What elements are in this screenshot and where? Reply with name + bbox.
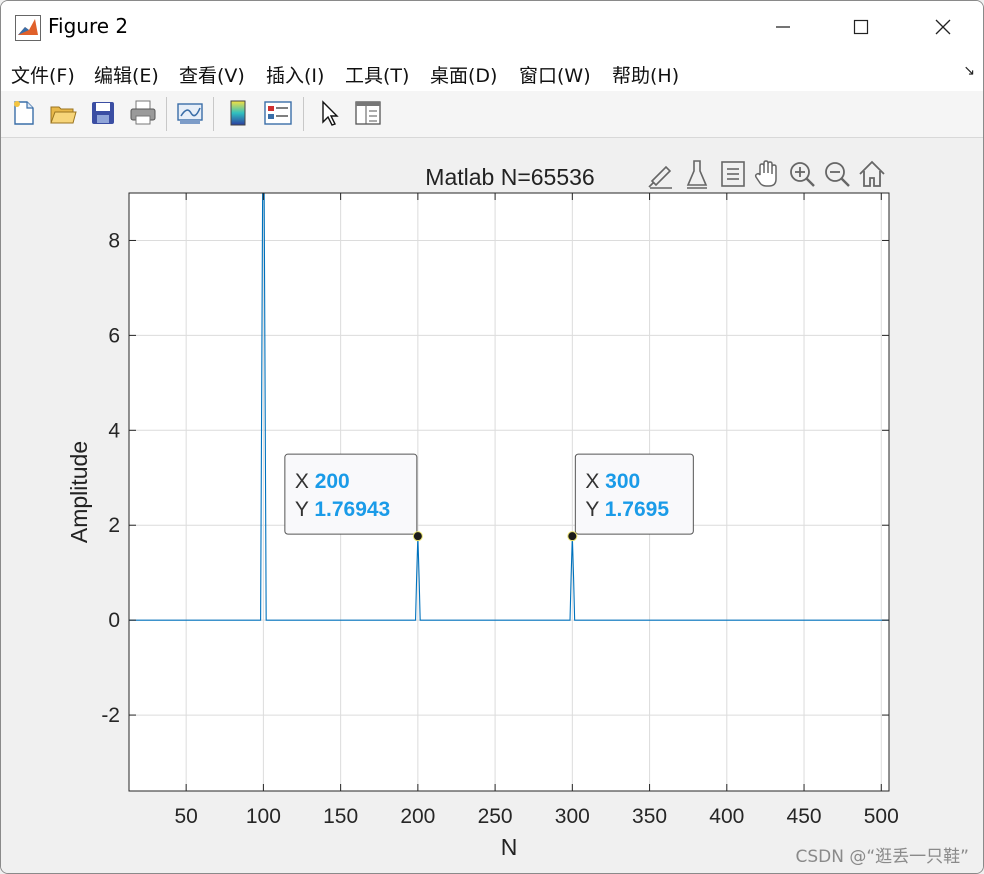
menu-view[interactable]: 查看(V) — [179, 61, 245, 88]
y-tick-labels: -2 0 2 4 6 8 — [101, 229, 120, 727]
toolbar-separator — [303, 97, 304, 131]
y-tick-label: 6 — [108, 324, 120, 347]
legend-icon[interactable] — [263, 98, 293, 128]
print-icon[interactable] — [128, 98, 158, 128]
datatip-x: X 300 — [585, 470, 640, 493]
x-tick-label: 250 — [478, 805, 513, 828]
maximize-icon — [853, 19, 869, 35]
toolbar-separator — [213, 97, 214, 131]
x-tick-label: 450 — [787, 805, 822, 828]
minimize-button[interactable] — [743, 1, 823, 53]
close-icon — [935, 19, 951, 35]
new-figure-icon[interactable] — [9, 98, 39, 128]
matlab-logo-icon — [15, 15, 41, 41]
x-tick-label: 200 — [400, 805, 435, 828]
menu-insert[interactable]: 插入(I) — [266, 61, 324, 88]
x-tick-label: 400 — [709, 805, 744, 828]
figure-window: Figure 2 文件(F) 编辑(E) 查看(V) 插入(I) 工具(T) 桌… — [0, 0, 984, 874]
menu-window[interactable]: 窗口(W) — [519, 61, 591, 88]
axes-background — [129, 193, 889, 791]
menu-edit[interactable]: 编辑(E) — [94, 61, 159, 88]
property-inspector-icon[interactable] — [353, 98, 383, 128]
watermark: CSDN @“逛丢一只鞋” — [795, 847, 970, 867]
colorbar-icon[interactable] — [223, 98, 253, 128]
menu-tools[interactable]: 工具(T) — [345, 61, 409, 88]
x-tick-label: 500 — [864, 805, 899, 828]
x-axis-label: N — [501, 834, 518, 860]
menu-help[interactable]: 帮助(H) — [612, 61, 679, 88]
y-tick-label: 8 — [108, 229, 120, 252]
datatip-box — [284, 453, 418, 535]
x-tick-label: 100 — [246, 805, 281, 828]
datatip-marker — [412, 531, 423, 542]
y-tick-label: 4 — [108, 419, 120, 442]
y-tick-label: -2 — [101, 704, 120, 727]
dock-arrow-icon[interactable]: ↘ — [963, 63, 975, 79]
datatip-box — [574, 453, 694, 535]
menu-desktop[interactable]: 桌面(D) — [430, 61, 497, 88]
datatip-y: Y 1.76943 — [295, 498, 390, 521]
y-tick-label: 2 — [108, 514, 120, 537]
toolbar-separator — [166, 97, 167, 131]
open-file-icon[interactable] — [48, 98, 78, 128]
x-tick-label: 300 — [555, 805, 590, 828]
datatip-x: X 200 — [295, 470, 350, 493]
link-plot-icon[interactable] — [175, 98, 205, 128]
save-icon[interactable] — [88, 98, 118, 128]
x-tick-label: 50 — [174, 805, 197, 828]
datatip: X 300 Y 1.7695 — [567, 453, 694, 542]
title-bar: Figure 2 — [1, 1, 983, 53]
x-tick-label: 150 — [323, 805, 358, 828]
maximize-button[interactable] — [821, 1, 901, 53]
x-tick-labels: 50 100 150 200 250 300 350 400 450 500 — [174, 805, 898, 828]
menu-bar: 文件(F) 编辑(E) 查看(V) 插入(I) 工具(T) 桌面(D) 窗口(W… — [1, 53, 983, 91]
datatip: X 200 Y 1.76943 — [284, 453, 423, 542]
y-axis-label: Amplitude — [66, 441, 92, 543]
edit-plot-arrow-icon[interactable] — [314, 98, 344, 128]
x-tick-label: 350 — [632, 805, 667, 828]
y-tick-label: 0 — [108, 609, 120, 632]
window-title: Figure 2 — [48, 14, 129, 38]
datatip-y: Y 1.7695 — [585, 498, 669, 521]
minimize-icon — [776, 26, 790, 28]
chart-title: Matlab N=65536 — [425, 164, 594, 190]
figure-toolbar — [1, 91, 983, 138]
plot-area: 50 100 150 200 250 300 350 400 450 500 -2 0 2 4 6 8 Ma… — [66, 164, 899, 860]
close-button[interactable] — [903, 1, 983, 53]
menu-file[interactable]: 文件(F) — [11, 61, 75, 88]
datatip-marker — [567, 531, 578, 542]
